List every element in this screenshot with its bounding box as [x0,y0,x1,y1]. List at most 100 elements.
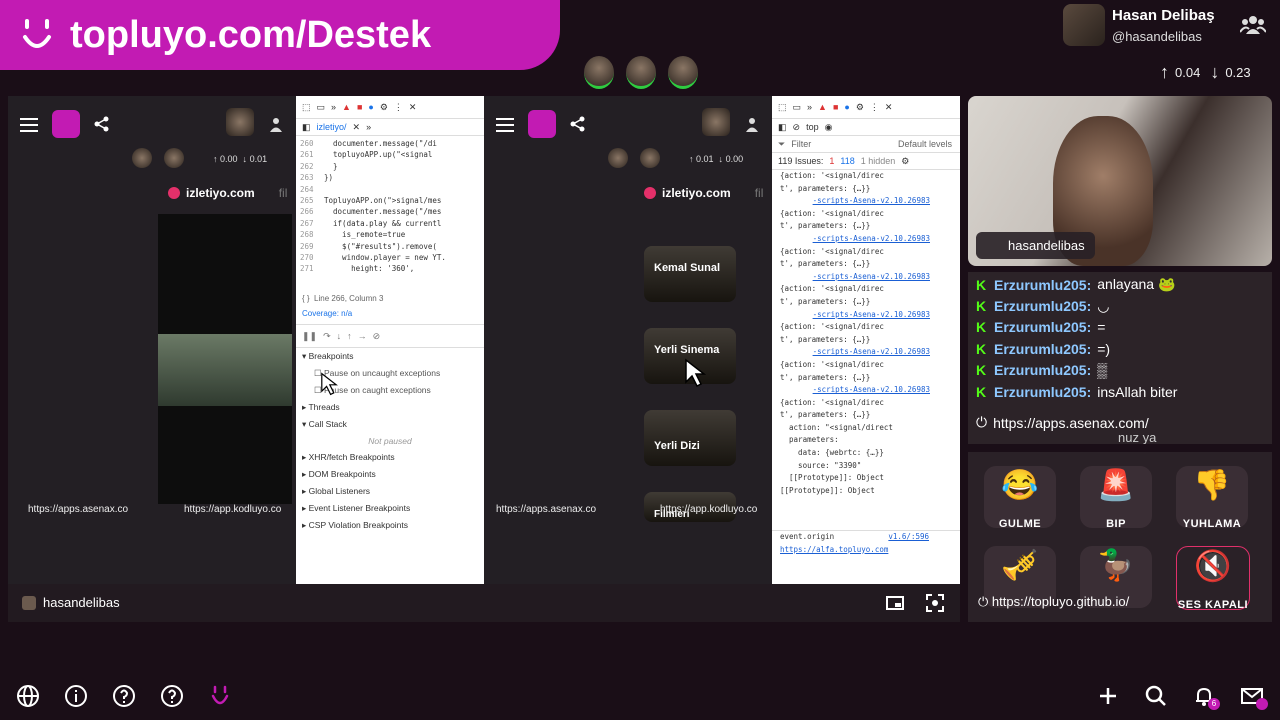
people-icon[interactable] [266,116,286,132]
console-line[interactable]: t', parameters: {…}} [772,183,960,196]
screen-share-left[interactable]: ↑ 0.00 ↓ 0.01 izletiyo.com fil https://ap… [8,96,484,584]
more-tabs-icon[interactable]: » [331,102,336,112]
gear-icon[interactable]: ⚙ [856,102,864,113]
console-line[interactable]: {action: '<signal/direc [772,246,960,259]
console-line[interactable]: data: {webrtc: {…}} [772,447,960,460]
pip-icon[interactable] [886,596,904,610]
event-url[interactable]: https://alfa.topluyo.com [772,544,960,557]
people-icon[interactable] [1239,14,1267,36]
help-icon[interactable] [160,684,184,708]
console-line[interactable]: [[Prototype]]: Object [772,472,960,485]
category-tile[interactable]: Yerli Dizi [644,410,736,466]
console-line[interactable]: t', parameters: {…}} [772,220,960,233]
deactivate-breakpoints-icon[interactable]: ⊘ [373,331,381,342]
close-icon[interactable]: ✕ [409,102,417,113]
console-line[interactable]: t', parameters: {…}} [772,372,960,385]
console-line[interactable]: -scripts-Asena-v2.10.26983 [772,233,960,246]
console-line[interactable]: source: "3390" [772,460,960,473]
breakpoints-header[interactable]: ▾ Breakpoints [296,348,484,365]
search-icon[interactable] [1144,684,1168,708]
globe-icon[interactable] [16,684,40,708]
topluyo-logo-icon[interactable] [208,684,232,708]
gear-icon[interactable]: ⚙ [901,156,909,167]
console-output[interactable]: {action: '<signal/direc t', parameters: {… [772,170,960,530]
inspect-icon[interactable]: ⬚ [778,102,787,113]
video-player[interactable] [158,214,292,504]
callstack-header[interactable]: ▾ Call Stack [296,416,484,433]
close-icon[interactable]: ✕ [885,102,893,113]
file-tab[interactable]: izletiyo/ [317,122,347,132]
kebab-icon[interactable]: ⋮ [870,102,879,113]
screen-share-right[interactable]: ↑ 0.01 ↓ 0.00 izletiyo.com fil Kemal Suna… [484,96,960,584]
more-tabs-icon[interactable]: » [807,102,812,112]
share-icon[interactable] [570,116,586,132]
step-icon[interactable]: → [358,331,367,341]
participant-avatar[interactable] [584,56,614,89]
category-tile[interactable]: Kemal Sunal [644,246,736,302]
console-line[interactable]: -scripts-Asena-v2.10.26983 [772,309,960,322]
link-1[interactable]: https://apps.asenax.co [496,504,596,515]
filter-input[interactable]: Filter [791,139,811,149]
reaction-button[interactable]: 👎 YUHLAMA [1176,466,1248,530]
footer-link[interactable]: ⏻ https://topluyo.github.io/ [978,594,1129,610]
support-banner[interactable]: topluyo.com/Destek [0,0,560,70]
webcam-feed[interactable]: hasandelibas [968,96,1272,266]
people-icon[interactable] [742,116,762,132]
participant-avatar[interactable] [626,56,656,89]
eye-icon[interactable]: ◉ [825,122,833,133]
step-into-icon[interactable]: ↓ [337,331,342,341]
reaction-button[interactable]: 🚨 BIP [1080,466,1152,530]
breakpoint-section[interactable]: ▸ Global Listeners [296,483,484,500]
sidebar-toggle-icon[interactable]: ◧ [302,122,311,133]
reaction-button[interactable]: 🔇 SES KAPALI [1176,546,1250,611]
share-icon[interactable] [94,116,110,132]
inspect-icon[interactable]: ⬚ [302,102,311,113]
chat-panel[interactable]: K Erzurumlu205: anlayana 🐸 K Erzurumlu205: ◡ K… [968,272,1272,444]
step-over-icon[interactable]: ↷ [323,331,331,342]
console-line[interactable]: t', parameters: {…}} [772,258,960,271]
console-line[interactable]: -scripts-Asena-v2.10.26983 [772,384,960,397]
participant-avatar[interactable] [668,56,698,89]
topluyo-logo-icon[interactable] [528,110,556,138]
console-line[interactable]: action: "<signal/direct [772,422,960,435]
menu-icon[interactable] [496,118,514,132]
reaction-button[interactable]: 😂 GULME [984,466,1056,530]
avatar[interactable] [702,108,730,136]
breakpoint-section[interactable]: ▸ Event Listener Breakpoints [296,500,484,517]
threads-header[interactable]: ▸ Threads [296,399,484,416]
sidebar-toggle-icon[interactable]: ◧ [778,122,787,133]
console-line[interactable]: {action: '<signal/direc [772,283,960,296]
console-line[interactable]: -scripts-Asena-v2.10.26983 [772,346,960,359]
console-line[interactable]: -scripts-Asena-v2.10.26983 [772,195,960,208]
code-editor[interactable]: 260 documenter.message("/di 261 topluyoAP… [296,136,484,286]
messages-button[interactable] [1240,684,1268,710]
console-line[interactable]: -scripts-Asena-v2.10.26983 [772,271,960,284]
issues-count[interactable]: 119 Issues: [778,156,823,166]
help-icon[interactable] [112,684,136,708]
breakpoint-section[interactable]: ▸ XHR/fetch Breakpoints [296,449,484,466]
more-tabs-icon[interactable]: » [366,122,371,132]
sync-icon[interactable]: ● [844,102,849,112]
link-2[interactable]: https://app.kodluyo.co [660,504,757,515]
notifications-button[interactable]: 6 [1192,684,1220,710]
console-line[interactable]: {action: '<signal/direc [772,321,960,334]
topluyo-logo-icon[interactable] [52,110,80,138]
add-icon[interactable] [1096,684,1120,708]
sync-icon[interactable]: ● [368,102,373,112]
console-line[interactable]: [[Prototype]]: Object [772,485,960,498]
pause-icon[interactable]: ❚❚ [302,331,317,342]
console-line[interactable]: {action: '<signal/direc [772,170,960,183]
clear-icon[interactable]: ⊘ [793,122,801,133]
info-icon[interactable] [64,684,88,708]
console-line[interactable]: {action: '<signal/direc [772,208,960,221]
menu-icon[interactable] [20,118,38,132]
chat-link[interactable]: ⏻ https://apps.asenax.com/ [976,414,1149,431]
console-line[interactable]: {action: '<signal/direc [772,397,960,410]
console-line[interactable]: t', parameters: {…}} [772,409,960,422]
fullscreen-icon[interactable] [926,594,944,612]
breakpoint-section[interactable]: ▸ CSP Violation Breakpoints [296,517,484,534]
kebab-icon[interactable]: ⋮ [394,102,403,113]
step-out-icon[interactable]: ↑ [347,331,352,341]
link-1[interactable]: https://apps.asenax.co [28,504,128,515]
console-line[interactable]: t', parameters: {…}} [772,334,960,347]
